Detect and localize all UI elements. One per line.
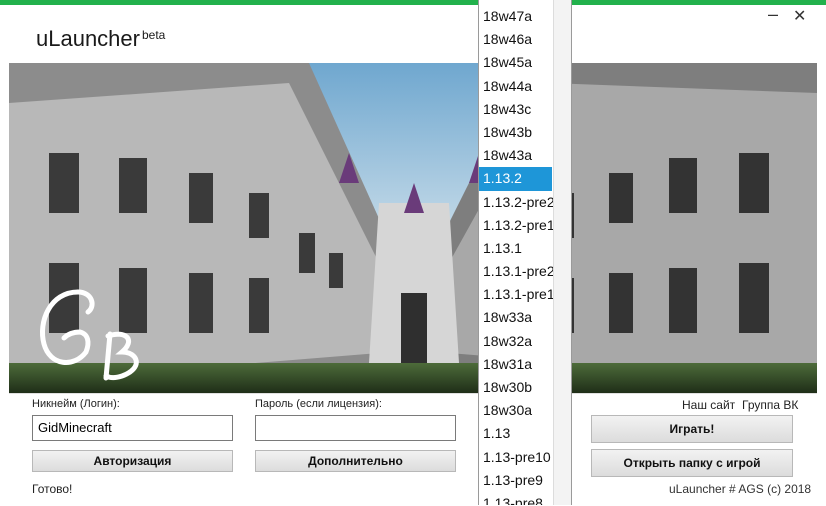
top-accent-bar: [0, 0, 826, 5]
minimize-button[interactable]: –: [768, 4, 778, 25]
version-option[interactable]: 1.13.1-pre2: [479, 260, 555, 283]
version-option[interactable]: 1.13-pre9: [479, 469, 552, 492]
gb-monogram-logo: [40, 289, 139, 381]
status-text: Готово!: [32, 482, 73, 496]
version-option[interactable]: 18w43b: [479, 121, 552, 144]
version-option[interactable]: 1.13.2-pre1: [479, 214, 555, 237]
password-label: Пароль (если лицензия):: [255, 398, 382, 410]
vk-group-link[interactable]: Группа ВК: [742, 398, 798, 412]
app-title-beta: beta: [141, 28, 166, 42]
version-option[interactable]: 18w31a: [479, 353, 552, 376]
version-option[interactable]: 18w43a: [479, 144, 552, 167]
app-title-text: uLauncher: [36, 26, 140, 51]
close-button[interactable]: ✕: [793, 6, 806, 26]
open-game-folder-button[interactable]: Открыть папку с игрой: [591, 449, 793, 477]
password-input[interactable]: [255, 415, 456, 441]
version-option[interactable]: 1.13.1-pre1: [479, 283, 555, 306]
version-option[interactable]: 18w32a: [479, 330, 552, 353]
nickname-input[interactable]: GidMinecraft: [32, 415, 233, 441]
app-title: uLauncher beta: [36, 26, 165, 52]
version-option[interactable]: 1.13-pre8: [479, 492, 552, 505]
advanced-button[interactable]: Дополнительно: [255, 450, 456, 472]
login-form: Никнейм (Логин): GidMinecraft Авторизаци…: [9, 393, 817, 506]
dropdown-scrollbar[interactable]: [553, 0, 571, 505]
version-option[interactable]: 1.13.1: [479, 237, 552, 260]
version-option[interactable]: 1.13: [479, 422, 552, 445]
version-option[interactable]: 18w43c: [479, 98, 552, 121]
version-option[interactable]: 18w30b: [479, 376, 552, 399]
version-option[interactable]: 18w33a: [479, 306, 552, 329]
version-option[interactable]: 1.13.2-pre2: [479, 191, 555, 214]
version-options: 18w47a 18w46a 18w45a 18w44a 18w43c 18w43b 18w4…: [479, 5, 555, 505]
version-option[interactable]: 1.13.2: [479, 167, 552, 191]
nickname-label: Никнейм (Логин):: [32, 398, 120, 410]
version-option[interactable]: 18w47a: [479, 5, 552, 28]
version-option[interactable]: 18w30a: [479, 399, 552, 422]
site-link[interactable]: Наш сайт: [682, 398, 735, 412]
authorize-button[interactable]: Авторизация: [32, 450, 233, 472]
version-option[interactable]: 18w44a: [479, 75, 552, 98]
version-option[interactable]: 1.13-pre10: [479, 446, 552, 469]
version-dropdown-list[interactable]: 18w47a 18w46a 18w45a 18w44a 18w43c 18w43b 18w4…: [478, 0, 572, 505]
version-option[interactable]: 18w46a: [479, 28, 552, 51]
version-option[interactable]: 18w45a: [479, 51, 552, 74]
copyright-text: uLauncher # AGS (c) 2018: [669, 482, 812, 496]
play-button[interactable]: Играть!: [591, 415, 793, 443]
